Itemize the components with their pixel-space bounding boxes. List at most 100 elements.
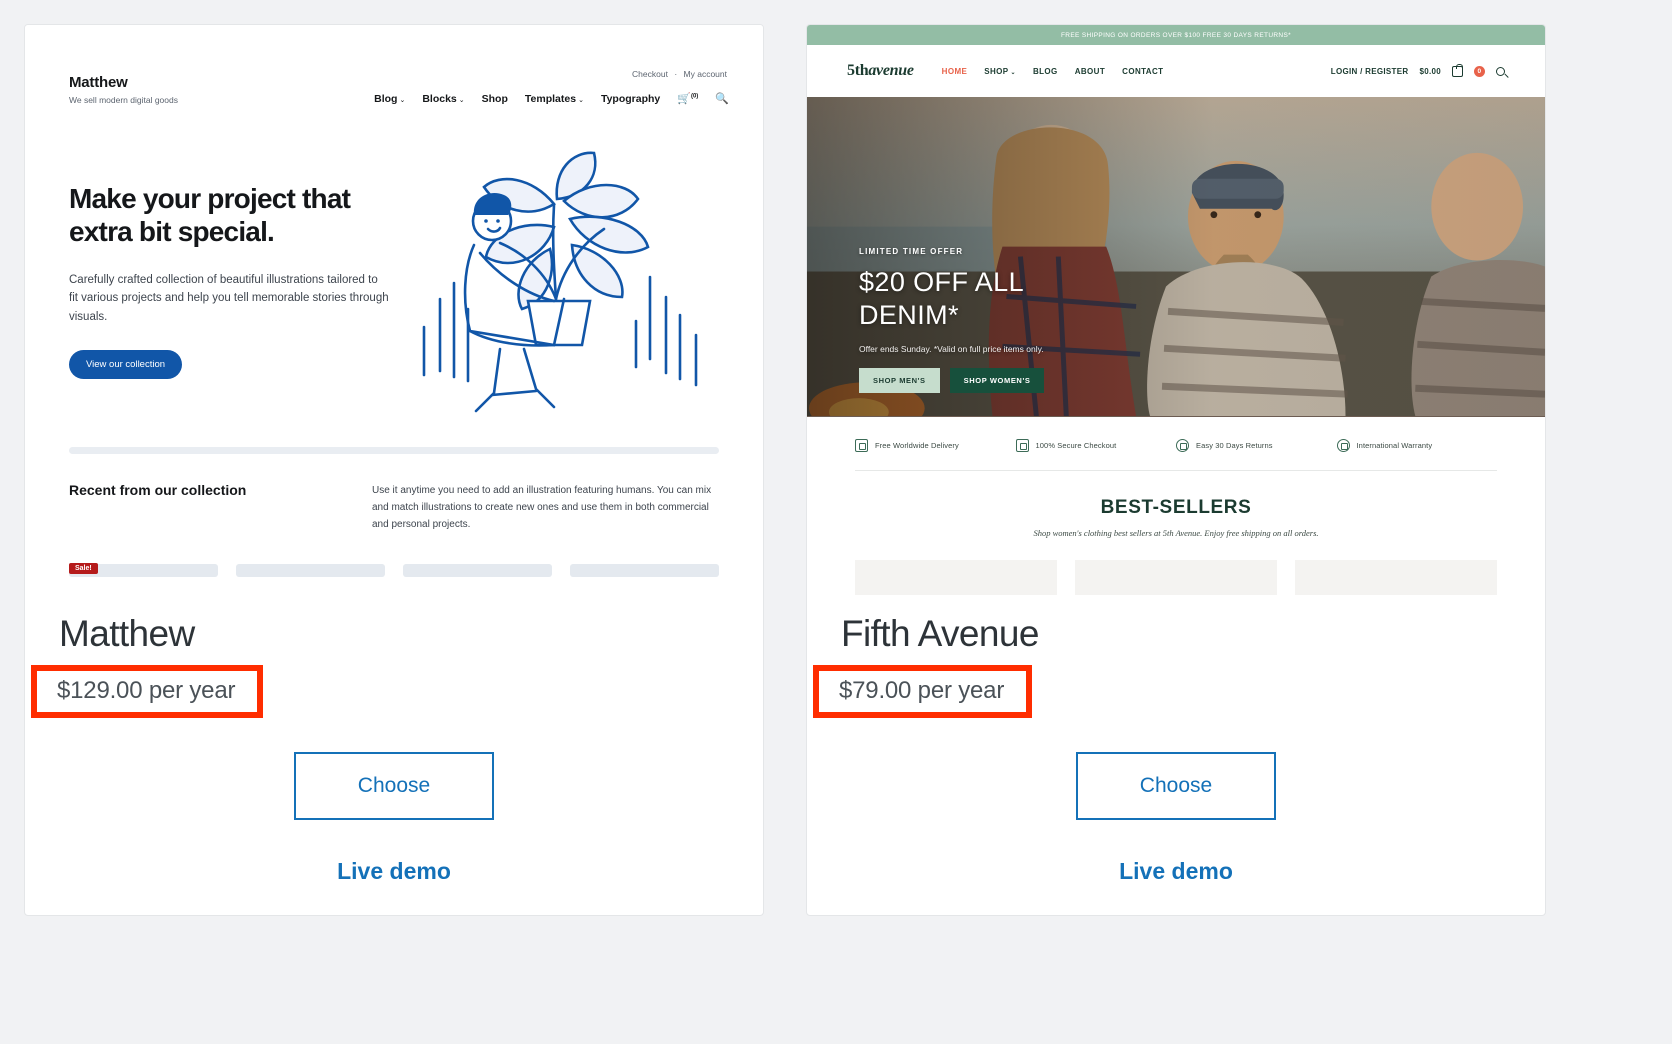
hero-heading-line1: $20 OFF ALL — [859, 267, 1024, 297]
features-strip: Free Worldwide Delivery 100% Secure Chec… — [807, 417, 1545, 470]
nav-item-about[interactable]: ABOUT — [1075, 67, 1105, 76]
hero-subtext: Offer ends Sunday. *Valid on full price … — [859, 344, 1044, 355]
collection-section: Recent from our collection Use it anytim… — [25, 454, 763, 534]
preview-nav-actions: LOGIN / REGISTER $0.00 0 — [1331, 63, 1505, 77]
preview-hero: Make your project that extra bit special… — [25, 105, 763, 419]
preview-nav-bar: 5thavenue HOME SHOP ⌄ BLOG ABOUT CONTACT … — [807, 45, 1545, 97]
nav-item-shop[interactable]: SHOP ⌄ — [984, 67, 1016, 76]
plant-illustration-icon — [422, 151, 698, 413]
collection-tile[interactable] — [236, 563, 385, 577]
nav-item-home[interactable]: HOME — [942, 67, 968, 76]
hero-heading: $20 OFF ALL DENIM* — [859, 266, 1044, 332]
feature-item: Free Worldwide Delivery — [855, 439, 1016, 452]
price-text: $79.00 per year — [839, 677, 1005, 704]
utility-link-checkout[interactable]: Checkout — [632, 69, 668, 79]
utility-links: Checkout · My account — [374, 69, 729, 79]
price-wrapper: $129.00 per year — [25, 665, 291, 718]
shop-mens-button[interactable]: SHOP MEN'S — [859, 368, 940, 394]
chevron-down-icon: ⌄ — [399, 96, 406, 104]
hero-copy: Make your project that extra bit special… — [69, 149, 389, 419]
card-body: Matthew $129.00 per year Choose Live dem… — [25, 595, 763, 915]
globe-icon — [1336, 439, 1350, 452]
hero-heading-line2: DENIM* — [859, 300, 959, 331]
product-thumb[interactable] — [1295, 560, 1497, 595]
utility-separator: · — [674, 69, 678, 79]
product-title: Fifth Avenue — [841, 613, 1039, 654]
theme-grid: Matthew We sell modern digital goods Che… — [0, 0, 1672, 940]
chevron-down-icon: ⌄ — [458, 96, 465, 104]
best-sellers-grid — [807, 538, 1545, 595]
choose-row: Choose — [59, 752, 729, 820]
cart-icon[interactable]: 🛒(0) — [677, 92, 698, 105]
product-card-matthew[interactable]: Matthew We sell modern digital goods Che… — [24, 24, 764, 916]
nav-item-blog[interactable]: BLOG — [1033, 67, 1058, 76]
announcement-bar: FREE SHIPPING ON ORDERS OVER $100 FREE 3… — [807, 25, 1545, 45]
collection-tile[interactable] — [570, 563, 719, 577]
feature-item: International Warranty — [1336, 439, 1498, 452]
collection-tiles: Sale! — [25, 534, 763, 577]
feature-item: 100% Secure Checkout — [1015, 439, 1177, 452]
product-thumb[interactable] — [1075, 560, 1277, 595]
product-photo — [1295, 560, 1497, 595]
best-sellers-subtitle: Shop women's clothing best sellers at 5t… — [1033, 528, 1319, 538]
preview-nav: Blog ⌄ Blocks ⌄ Shop Templates ⌄ Typography… — [374, 92, 729, 106]
collection-description: Use it anytime you need to add an illust… — [372, 485, 712, 531]
nav-item-blocks[interactable]: Blocks ⌄ — [422, 93, 464, 105]
hero-content: LIMITED TIME OFFER $20 OFF ALL DENIM* Of… — [859, 247, 1045, 394]
best-sellers-title: BEST-SELLERS — [1100, 497, 1252, 518]
logo-suffix: avenue — [868, 62, 914, 79]
feature-label: Free Worldwide Delivery — [875, 441, 959, 450]
chevron-down-icon: ⌄ — [578, 96, 584, 104]
nav-item-blog[interactable]: Blog ⌄ — [374, 93, 405, 105]
nav-label: SHOP — [984, 66, 1009, 76]
product-photo — [855, 560, 1057, 595]
live-demo-link[interactable]: Live demo — [59, 858, 729, 885]
theme-preview-matthew[interactable]: Matthew We sell modern digital goods Che… — [25, 25, 763, 595]
nav-label: Blocks — [422, 92, 457, 105]
utility-link-my-account[interactable]: My account — [684, 69, 727, 79]
collection-title: Recent from our collection — [69, 482, 247, 498]
choose-row: Choose — [841, 752, 1511, 820]
price-highlight-box: $129.00 per year — [31, 665, 264, 718]
best-sellers-section: BEST-SELLERS Shop women's clothing best … — [807, 471, 1545, 538]
sale-badge: Sale! — [69, 562, 98, 574]
product-card-fifth-avenue[interactable]: FREE SHIPPING ON ORDERS OVER $100 FREE 3… — [806, 24, 1546, 916]
lock-icon — [1015, 439, 1029, 452]
theme-preview-fifth-avenue[interactable]: FREE SHIPPING ON ORDERS OVER $100 FREE 3… — [807, 25, 1545, 595]
return-icon — [1176, 439, 1189, 452]
cart-count: 0 — [1474, 65, 1485, 77]
nav-item-typography[interactable]: Typography — [601, 93, 660, 105]
collection-tile[interactable] — [403, 563, 552, 577]
feature-label: 100% Secure Checkout — [1035, 441, 1117, 450]
hero-cta-row: SHOP MEN'S SHOP WOMEN'S — [859, 368, 1045, 394]
hero-body: Carefully crafted collection of beautifu… — [69, 273, 389, 323]
bag-icon[interactable] — [1452, 63, 1463, 77]
section-divider — [69, 447, 719, 454]
view-collection-button[interactable]: View our collection — [69, 350, 183, 380]
nav-item-templates[interactable]: Templates ⌄ — [525, 93, 584, 105]
site-logo[interactable]: 5thavenue — [847, 62, 914, 80]
brand-tagline: We sell modern digital goods — [69, 95, 178, 105]
preview-header-right: Checkout · My account Blog ⌄ Blocks ⌄ Shop… — [374, 69, 729, 105]
brand-name: Matthew — [69, 74, 128, 91]
hero-banner: LIMITED TIME OFFER $20 OFF ALL DENIM* Of… — [807, 97, 1545, 417]
choose-button[interactable]: Choose — [1076, 752, 1276, 820]
price-wrapper: $79.00 per year — [807, 665, 1060, 718]
login-register-link[interactable]: LOGIN / REGISTER — [1331, 67, 1409, 76]
logo-prefix: 5th — [847, 62, 869, 79]
shop-womens-button[interactable]: SHOP WOMEN'S — [949, 368, 1045, 394]
live-demo-link[interactable]: Live demo — [841, 858, 1511, 885]
search-icon[interactable] — [1496, 66, 1505, 76]
nav-item-shop[interactable]: Shop — [482, 93, 508, 105]
price-highlight-box: $79.00 per year — [813, 665, 1033, 718]
card-body: Fifth Avenue $79.00 per year Choose Live… — [807, 595, 1545, 915]
product-thumb[interactable] — [855, 560, 1057, 595]
chevron-down-icon: ⌄ — [1010, 69, 1016, 76]
collection-tile[interactable]: Sale! — [69, 562, 218, 577]
choose-button[interactable]: Choose — [294, 752, 494, 820]
nav-label: Blog — [374, 92, 398, 105]
feature-label: Easy 30 Days Returns — [1196, 441, 1273, 450]
search-icon[interactable]: 🔍 — [715, 92, 729, 105]
cart-total: $0.00 — [1419, 66, 1441, 76]
nav-item-contact[interactable]: CONTACT — [1122, 67, 1163, 76]
